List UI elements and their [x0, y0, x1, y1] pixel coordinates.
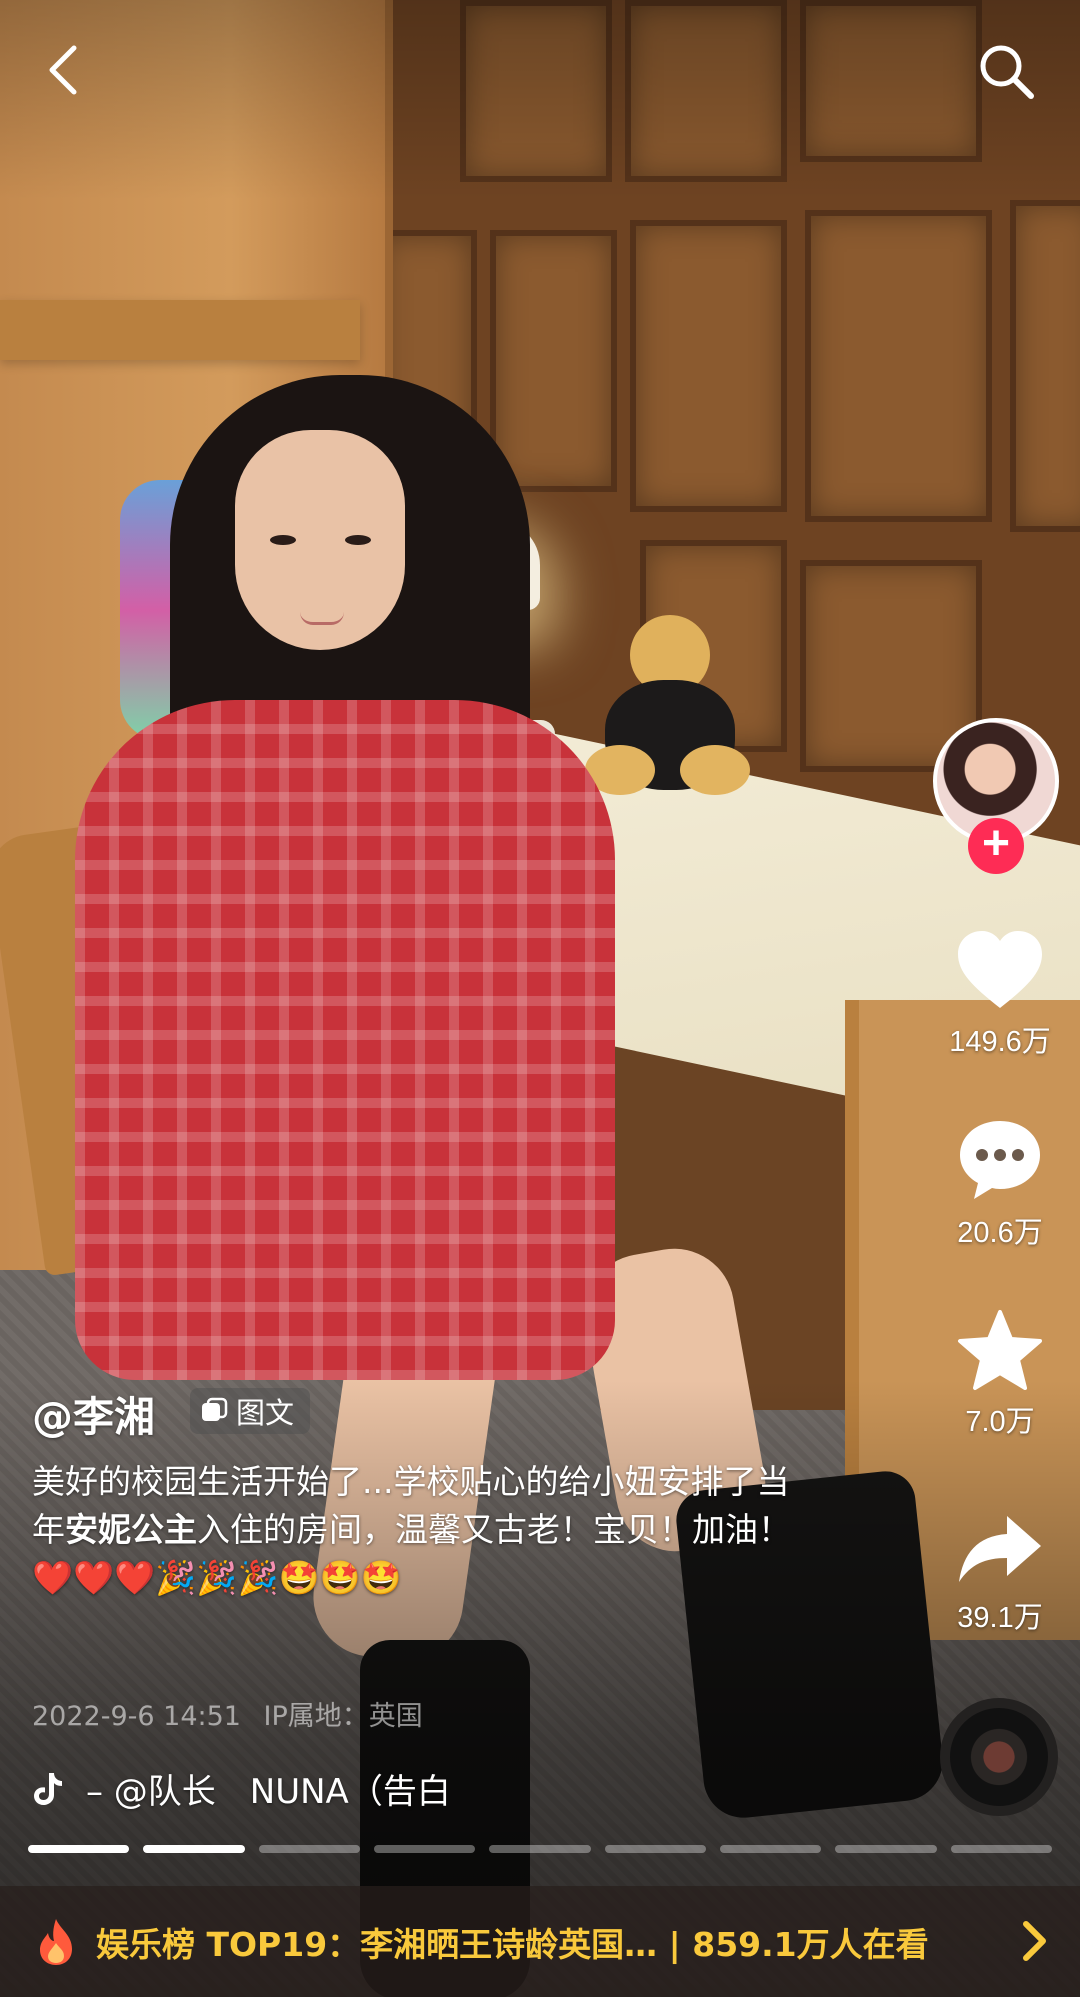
comment-icon: [960, 1121, 1040, 1199]
share-button[interactable]: 39.1万: [935, 1512, 1065, 1636]
back-arrow-icon: [49, 45, 77, 95]
teddy-bear: [585, 615, 755, 805]
post-meta: 2022-9-6 14:51 IP属地：英国: [32, 1694, 423, 1733]
music-info[interactable]: – @队长 NUNA（告白: [32, 1764, 451, 1813]
post-type-label: 图文: [236, 1396, 295, 1430]
heart-icon: [958, 931, 1042, 1008]
progress-segment: [719, 1845, 822, 1853]
post-caption[interactable]: 美好的校园生活开始了...学校贴心的给小妞安排了当年安妮公主入住的房间，温馨又古…: [32, 1458, 792, 1602]
wall-panel: [805, 210, 992, 522]
progress-segment: [258, 1845, 360, 1853]
author-name[interactable]: @李湘: [32, 1383, 155, 1443]
favorite-count: 7.0万: [965, 1406, 1035, 1438]
plaid-shirt: [75, 700, 615, 1380]
back-button[interactable]: [40, 40, 90, 100]
gallery-icon: [202, 1397, 228, 1421]
caption-highlight: 安妮公主: [65, 1510, 197, 1549]
hot-banner-text: 娱乐榜 TOP19：李湘晒王诗龄英国… | 859.1万人在看: [96, 1918, 929, 1966]
mouth: [300, 612, 344, 625]
progress-segment: [489, 1845, 591, 1853]
tiktok-note-icon: [34, 1772, 62, 1805]
top-shade: [0, 0, 1080, 200]
comment-count: 20.6万: [957, 1217, 1043, 1249]
hot-list-banner[interactable]: 娱乐榜 TOP19：李湘晒王诗龄英国… | 859.1万人在看: [0, 1886, 1080, 1997]
share-count: 39.1万: [957, 1602, 1043, 1634]
favorite-button[interactable]: 7.0万: [935, 1308, 1065, 1440]
like-button[interactable]: 149.6万: [935, 928, 1065, 1060]
chevron-right-icon: [1023, 1921, 1046, 1961]
author-avatar-group[interactable]: +: [933, 718, 1069, 878]
hot-rank-label: 娱乐榜 TOP19：李湘晒王诗龄英国…: [96, 1924, 658, 1964]
progress-segment: [373, 1845, 476, 1853]
search-button[interactable]: [975, 40, 1037, 102]
post-date: 2022-9-6 14:51: [32, 1701, 241, 1732]
hot-separator: |: [668, 1924, 681, 1964]
progress-segment: [835, 1845, 937, 1853]
follow-button[interactable]: +: [968, 818, 1024, 874]
ip-location: IP属地：英国: [263, 1701, 423, 1732]
progress-segment: [143, 1845, 245, 1853]
share-icon: [959, 1516, 1041, 1582]
hot-viewers: 859.1万人在看: [692, 1924, 929, 1964]
page-progress: [28, 1845, 1052, 1853]
wall-panel: [1010, 200, 1080, 532]
wall-panel: [630, 220, 787, 512]
progress-segment: [28, 1845, 130, 1853]
search-icon: [980, 45, 1034, 99]
progress-segment: [950, 1845, 1052, 1853]
fire-icon: [40, 1918, 72, 1965]
door-rail: [0, 300, 360, 360]
star-icon: [958, 1310, 1042, 1390]
eye: [345, 535, 371, 545]
music-disc[interactable]: [940, 1698, 1058, 1816]
post-type-tag: 图文: [190, 1388, 311, 1434]
progress-segment: [604, 1845, 706, 1853]
like-count: 149.6万: [949, 1026, 1051, 1058]
comment-button[interactable]: 20.6万: [935, 1117, 1065, 1251]
music-title: – @队长 NUNA（告白: [86, 1772, 451, 1812]
wall-panel: [490, 230, 617, 492]
eye: [270, 535, 296, 545]
